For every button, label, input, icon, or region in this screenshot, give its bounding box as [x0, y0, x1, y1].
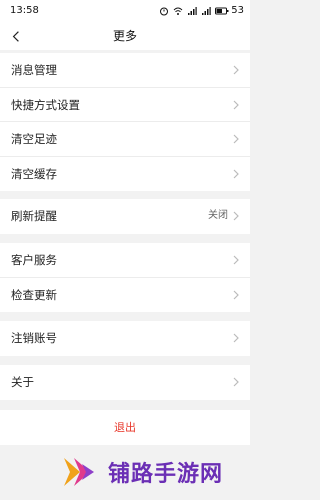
menu-item-label: 消息管理	[11, 63, 57, 77]
menu-item-value: 关闭	[208, 210, 228, 221]
menu-item-label: 客户服务	[11, 253, 57, 267]
settings-group-3: 客户服务 检查更新	[0, 243, 250, 312]
chevron-right-icon	[232, 290, 240, 300]
status-time: 13:58	[10, 5, 39, 16]
battery-indicator: 53	[215, 0, 244, 22]
menu-item-label: 快捷方式设置	[11, 97, 80, 112]
signal-icon	[187, 6, 197, 16]
chevron-right-icon	[232, 255, 240, 265]
menu-item-label: 关于	[11, 375, 34, 389]
logo-arrow-icon	[60, 452, 100, 492]
chevron-right-icon	[232, 169, 240, 179]
settings-group-4: 注销账号	[0, 321, 250, 356]
menu-item-label: 刷新提醒	[11, 209, 57, 223]
menu-item-label: 注销账号	[11, 331, 57, 345]
settings-group-2: 刷新提醒 关闭	[0, 199, 250, 234]
menu-item-about[interactable]: 关于	[0, 365, 250, 400]
wifi-icon	[173, 6, 183, 16]
settings-group-5: 关于	[0, 365, 250, 400]
watermark: 铺路手游网	[60, 452, 245, 492]
menu-item-label: 清空缓存	[11, 166, 57, 181]
menu-item-message-management[interactable]: 消息管理	[0, 53, 250, 88]
chevron-right-icon	[232, 65, 240, 75]
status-bar: 13:58 53	[0, 0, 250, 22]
menu-item-customer-service[interactable]: 客户服务	[0, 243, 250, 278]
menu-item-label: 检查更新	[11, 287, 57, 302]
chevron-right-icon	[232, 333, 240, 343]
menu-item-refresh-reminder[interactable]: 刷新提醒 关闭	[0, 199, 250, 234]
battery-icon	[215, 6, 229, 16]
menu-item-clear-cache[interactable]: 清空缓存	[0, 157, 250, 192]
chevron-right-icon	[232, 134, 240, 144]
status-icons: 53	[159, 0, 244, 22]
battery-percent: 53	[231, 5, 244, 16]
chevron-right-icon	[232, 211, 240, 221]
watermark-text: 铺路手游网	[108, 462, 224, 487]
page-title: 更多	[112, 29, 137, 43]
menu-item-clear-history[interactable]: 清空足迹	[0, 122, 250, 157]
chevron-right-icon	[232, 100, 240, 110]
chevron-right-icon	[232, 377, 240, 387]
menu-item-check-update[interactable]: 检查更新	[0, 278, 250, 313]
menu-item-shortcut-settings[interactable]: 快捷方式设置	[0, 88, 250, 122]
signal-icon	[201, 6, 211, 16]
logout-button[interactable]: 退出	[0, 410, 250, 445]
nav-bar: 更多	[0, 22, 250, 50]
alarm-icon	[159, 6, 169, 16]
menu-item-delete-account[interactable]: 注销账号	[0, 321, 250, 356]
menu-item-label: 清空足迹	[11, 132, 57, 146]
settings-group-1: 消息管理 快捷方式设置 清空足迹 清空缓存	[0, 53, 250, 191]
